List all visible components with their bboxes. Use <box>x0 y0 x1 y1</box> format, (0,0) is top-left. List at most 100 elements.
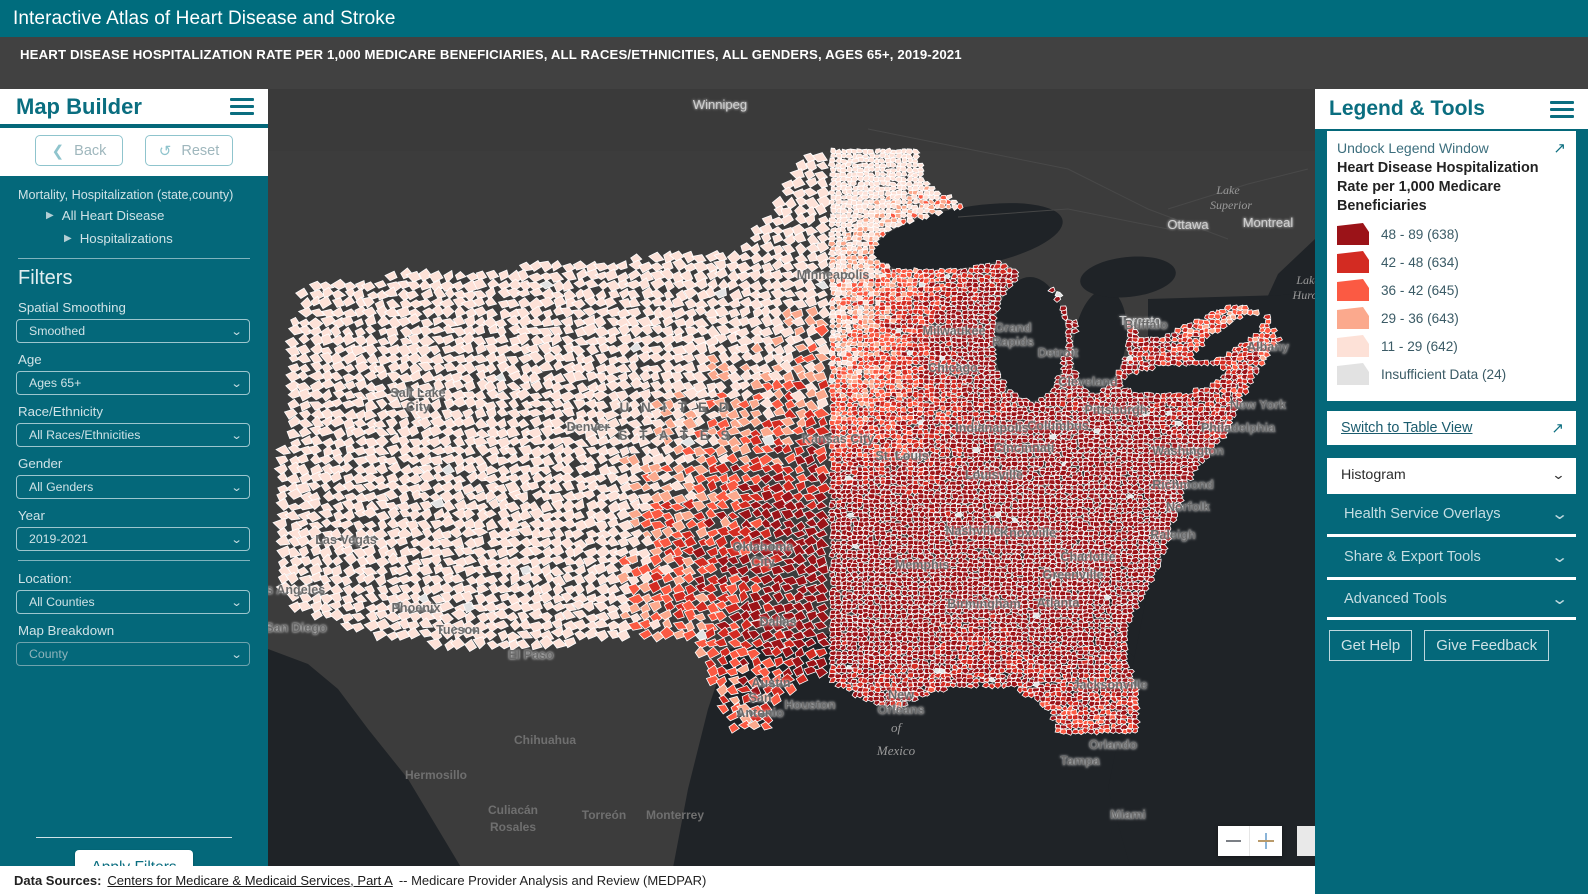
county-polygon[interactable] <box>900 345 908 352</box>
map-breakdown-select[interactable]: County ⌄ <box>16 642 250 666</box>
county-polygon[interactable] <box>983 383 990 389</box>
county-polygon[interactable] <box>939 276 946 283</box>
county-polygon[interactable] <box>932 484 940 491</box>
county-polygon[interactable] <box>994 373 1002 380</box>
county-polygon[interactable] <box>851 364 859 370</box>
county-polygon[interactable] <box>1082 465 1090 472</box>
county-polygon[interactable] <box>1098 443 1106 449</box>
map-canvas[interactable]: Winnipeg Ottawa Montreal Toronto Lake Su… <box>268 89 1315 894</box>
county-polygon[interactable] <box>873 341 881 348</box>
county-polygon[interactable] <box>912 475 920 481</box>
county-polygon[interactable] <box>893 209 902 215</box>
county-polygon[interactable] <box>901 428 907 435</box>
county-polygon[interactable] <box>1049 400 1057 408</box>
county-polygon[interactable] <box>1058 400 1067 408</box>
county-polygon[interactable] <box>1152 512 1161 518</box>
hamburger-icon[interactable] <box>230 94 254 119</box>
location-select[interactable]: All Counties ⌄ <box>16 590 250 614</box>
county-polygon[interactable] <box>1065 434 1072 440</box>
sidebar-title: Map Builder <box>16 93 142 119</box>
county-polygon[interactable] <box>1131 364 1138 371</box>
county-polygon[interactable] <box>1054 484 1062 491</box>
county-polygon[interactable] <box>1083 483 1090 491</box>
county-polygon[interactable] <box>1071 391 1079 398</box>
county-polygon[interactable] <box>1175 465 1182 472</box>
county-polygon[interactable] <box>987 295 997 302</box>
filter-label: Year <box>18 508 45 523</box>
county-polygon[interactable] <box>1044 400 1051 407</box>
county-polygon[interactable] <box>938 457 947 463</box>
county-polygon[interactable] <box>883 515 892 522</box>
county-polygon[interactable] <box>1044 461 1051 468</box>
county-polygon[interactable] <box>1126 455 1133 463</box>
county-polygon[interactable] <box>972 484 980 490</box>
county-polygon[interactable] <box>884 478 892 486</box>
select-value: All Races/Ethnicities <box>29 428 141 442</box>
county-polygon[interactable] <box>883 309 891 315</box>
county-polygon[interactable] <box>934 506 940 513</box>
county-polygon[interactable] <box>846 165 853 173</box>
app-title: Interactive Atlas of Heart Disease and S… <box>13 7 396 29</box>
divider <box>18 258 250 259</box>
back-button[interactable]: ❮ Back <box>35 135 123 166</box>
select-value: 2019-2021 <box>29 532 88 546</box>
tree-item-all-heart-disease[interactable]: ▶ All Heart Disease <box>46 208 252 223</box>
county-polygon[interactable] <box>1187 345 1195 352</box>
county-polygon[interactable] <box>950 313 957 320</box>
county-polygon[interactable] <box>840 396 848 403</box>
select-value: County <box>29 647 68 661</box>
county-polygon[interactable] <box>1185 360 1194 366</box>
county-polygon[interactable] <box>863 304 870 311</box>
county-polygon[interactable] <box>1136 507 1144 513</box>
filter-group-spatial-smoothing: Spatial Smoothing Smoothed ⌄ <box>16 300 252 343</box>
gender-select[interactable]: All Genders ⌄ <box>16 475 250 499</box>
spatial-smoothing-select[interactable]: Smoothed ⌄ <box>16 319 250 343</box>
county-polygon[interactable] <box>945 410 952 416</box>
county-polygon[interactable] <box>911 419 919 425</box>
choropleth-map[interactable]: Winnipeg Ottawa Montreal Toronto Lake Su… <box>268 89 1315 894</box>
county-polygon[interactable] <box>1186 327 1194 335</box>
county-polygon[interactable] <box>988 290 995 296</box>
county-polygon[interactable] <box>851 479 859 487</box>
county-polygon[interactable] <box>965 396 975 402</box>
county-polygon[interactable] <box>911 162 919 168</box>
county-polygon[interactable] <box>896 304 904 311</box>
county-polygon[interactable] <box>880 281 886 288</box>
reset-button[interactable]: ↺ Reset <box>145 135 233 166</box>
county-polygon[interactable] <box>927 268 935 275</box>
county-polygon[interactable] <box>834 456 843 463</box>
county-polygon[interactable] <box>1121 488 1129 495</box>
county-polygon[interactable] <box>900 287 907 293</box>
filters-heading: Filters <box>18 267 73 289</box>
county-polygon[interactable] <box>933 512 942 518</box>
year-select[interactable]: 2019-2021 ⌄ <box>16 527 250 551</box>
county-polygon[interactable] <box>1109 456 1116 463</box>
county-polygon[interactable] <box>894 396 904 402</box>
county-polygon[interactable] <box>1137 433 1145 440</box>
tree-item-hospitalizations[interactable]: ▶ Hospitalizations <box>64 231 252 246</box>
county-polygon[interactable] <box>905 161 913 168</box>
age-select[interactable]: Ages 65+ ⌄ <box>16 371 250 395</box>
county-polygon[interactable] <box>839 309 847 316</box>
county-polygon[interactable] <box>861 456 870 463</box>
county-polygon[interactable] <box>1148 392 1156 398</box>
county-polygon[interactable] <box>1105 493 1112 499</box>
county-polygon[interactable] <box>957 351 964 358</box>
county-polygon[interactable] <box>934 516 942 523</box>
county-polygon[interactable] <box>856 236 863 242</box>
county-polygon[interactable] <box>1110 503 1117 509</box>
county-polygon[interactable] <box>861 241 870 248</box>
race-ethnicity-select[interactable]: All Races/Ethnicities ⌄ <box>16 423 250 447</box>
county-polygon[interactable] <box>1142 361 1151 367</box>
filter-group-location: Location: All Counties ⌄ <box>16 571 252 614</box>
county-polygon[interactable] <box>989 456 997 463</box>
chevron-down-icon: ⌄ <box>230 648 243 661</box>
county-polygon[interactable] <box>1098 483 1105 490</box>
triangle-right-icon: ▶ <box>46 210 54 221</box>
county-polygon[interactable] <box>871 359 881 367</box>
county-polygon[interactable] <box>912 198 921 205</box>
county-polygon[interactable] <box>993 461 1001 468</box>
chevron-down-icon: ⌄ <box>230 481 243 494</box>
county-polygon[interactable] <box>828 313 837 320</box>
county-polygon[interactable] <box>972 304 980 311</box>
